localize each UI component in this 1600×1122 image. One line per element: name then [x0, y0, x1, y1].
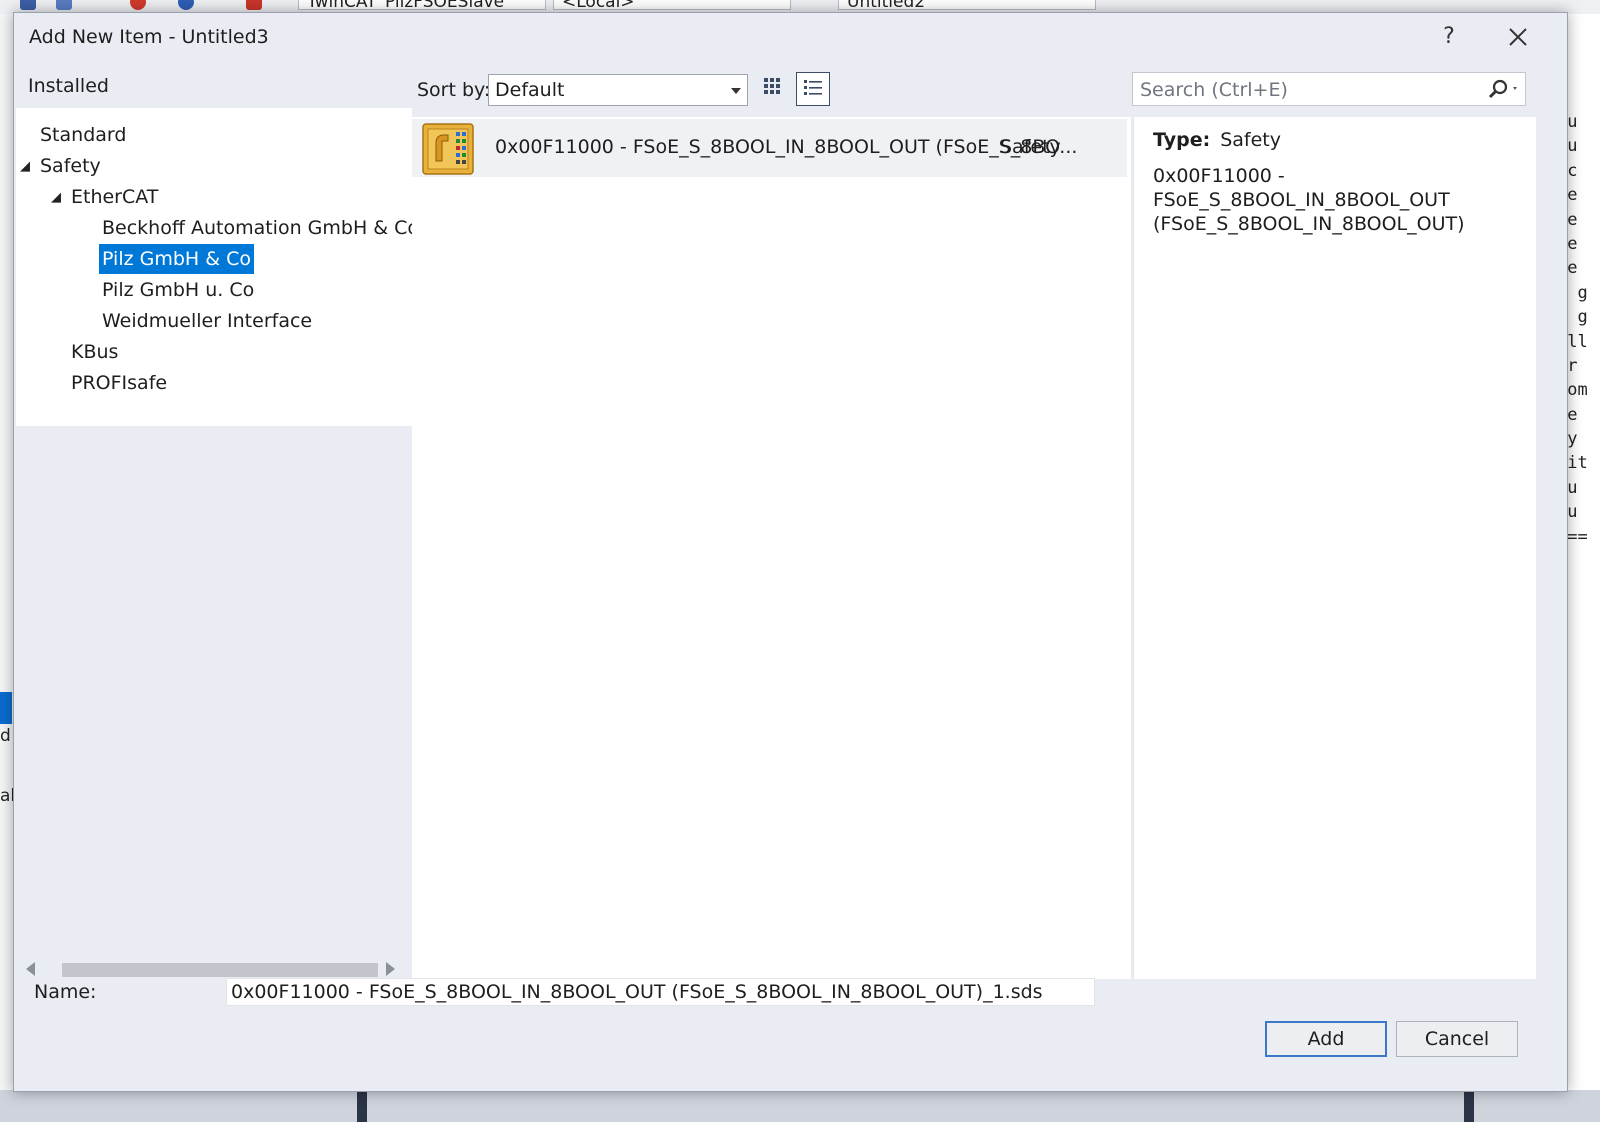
tree-item-label: Pilz GmbH u. Co: [102, 279, 255, 301]
toolbar-delete-icon[interactable]: [246, 0, 262, 10]
tree-item-profisafe[interactable]: PROFIsafe: [71, 368, 167, 398]
toolbar-stop-icon[interactable]: [130, 0, 146, 10]
help-button[interactable]: ?: [1432, 21, 1466, 53]
search-icon[interactable]: [1483, 75, 1523, 105]
ide-editor-pane: Bu Bu cc te te te te f g f g all ar com te sy tit Bu Bu =…: [1566, 14, 1600, 1122]
sort-by-dropdown[interactable]: Default: [488, 74, 748, 106]
add-button[interactable]: Add: [1265, 1021, 1387, 1057]
list-item-type: Safety: [1000, 136, 1061, 158]
toolbar-project-combo[interactable]: TwinCAT_PilzFSOESlave: [298, 0, 546, 10]
details-type-label: Type:: [1153, 129, 1211, 151]
tree-item-label: PROFIsafe: [71, 372, 168, 394]
toolbar-undo-icon[interactable]: [56, 0, 72, 10]
code-line-fragment: Bu: [1567, 112, 1578, 132]
details-panel: Type: Safety 0x00F11000 - FSoE_S_8BOOL_IN…: [1133, 117, 1536, 979]
code-line-fragment: te: [1567, 209, 1578, 230]
list-item-name: 0x00F11000 - FSoE_S_8BOOL_IN_8BOOL_OUT (…: [495, 136, 1078, 158]
code-line-fragment: ar: [1567, 355, 1578, 376]
details-type-value: Safety: [1220, 129, 1281, 151]
name-label: Name:: [34, 981, 97, 1003]
small-icons-view-button[interactable]: [756, 72, 790, 106]
tree-item-label: Weidmueller Interface: [102, 310, 313, 332]
list-view-icon: [804, 80, 822, 95]
scroll-right-arrow-icon[interactable]: [386, 962, 395, 976]
toolbar-app-icon[interactable]: [20, 0, 36, 10]
add-new-item-dialog: Add New Item - Untitled3 ? Installed Sta…: [13, 12, 1568, 1092]
template-tree: Standard ◢ Safety ◢ EtherCAT Beckhoff Au…: [16, 108, 419, 426]
ide-left-fragment: d: [0, 726, 11, 746]
close-icon: [1509, 28, 1527, 46]
tree-item-label: EtherCAT: [71, 186, 159, 208]
details-type-row: Type: Safety: [1153, 129, 1281, 151]
code-line-fragment: Bu: [1567, 136, 1578, 157]
code-line-fragment: te: [1567, 404, 1578, 425]
name-input[interactable]: [226, 978, 1095, 1006]
details-description-line: 0x00F11000 -: [1153, 165, 1285, 187]
ide-bottom-divider: [357, 1090, 367, 1122]
scrollbar-thumb[interactable]: [62, 963, 378, 977]
code-line-fragment: com: [1567, 380, 1588, 401]
close-button[interactable]: [1498, 19, 1538, 55]
tree-item-label: Standard: [40, 124, 127, 146]
ide-bottom-divider: [1464, 1090, 1474, 1122]
tree-item-label: KBus: [71, 341, 119, 363]
tree-item-label: Beckhoff Automation GmbH & Co: [102, 217, 420, 239]
tree-item-label: Safety: [40, 155, 101, 177]
tree-item-beckhoff[interactable]: Beckhoff Automation GmbH & Co: [102, 213, 419, 243]
search-box[interactable]: [1132, 72, 1526, 107]
code-line-fragment: ===: [1567, 526, 1588, 547]
code-line-fragment: f g: [1567, 282, 1588, 303]
grid-view-icon: [764, 78, 780, 94]
search-input[interactable]: [1133, 73, 1482, 107]
tree-item-standard[interactable]: Standard: [40, 120, 126, 150]
sort-by-label: Sort by:: [417, 79, 491, 101]
code-line-fragment: Bu: [1567, 502, 1578, 523]
scroll-left-arrow-icon[interactable]: [26, 962, 35, 976]
ide-left-strip: [0, 14, 14, 1122]
chevron-down-icon: [731, 88, 741, 94]
tree-item-label: Pilz GmbH & Co: [99, 244, 254, 274]
tree-item-pilz-gmbh-co[interactable]: Pilz GmbH & Co: [99, 244, 254, 274]
code-line-fragment: sy: [1567, 429, 1578, 450]
code-line-fragment: Bu: [1567, 477, 1578, 498]
code-line-fragment: te: [1567, 185, 1578, 206]
code-line-fragment: all: [1567, 331, 1588, 352]
details-description-line: FSoE_S_8BOOL_IN_8BOOL_OUT: [1153, 189, 1450, 211]
ide-bottom-area: [0, 1090, 1600, 1122]
code-line-fragment: cc: [1567, 160, 1578, 181]
template-list: 0x00F11000 - FSoE_S_8BOOL_IN_8BOOL_OUT (…: [412, 117, 1131, 979]
ide-left-selection: [0, 692, 12, 724]
toolbar-solution-combo[interactable]: Untitled2: [838, 0, 1096, 10]
list-item[interactable]: 0x00F11000 - FSoE_S_8BOOL_IN_8BOOL_OUT (…: [412, 119, 1127, 177]
dialog-title: Add New Item - Untitled3: [29, 26, 269, 48]
tree-item-ethercat[interactable]: EtherCAT: [71, 182, 158, 212]
cancel-button[interactable]: Cancel: [1396, 1021, 1518, 1057]
dialog-titlebar: Add New Item - Untitled3 ?: [14, 13, 1567, 61]
tree-item-safety[interactable]: Safety: [40, 151, 101, 181]
code-line-fragment: tit: [1567, 453, 1588, 474]
code-line-fragment: f g: [1567, 307, 1588, 328]
collapse-arrow-icon[interactable]: ◢: [51, 190, 61, 205]
collapse-arrow-icon[interactable]: ◢: [20, 159, 30, 174]
details-description-line: (FSoE_S_8BOOL_IN_8BOOL_OUT): [1153, 213, 1465, 235]
sort-by-value: Default: [495, 79, 565, 101]
code-line-fragment: te: [1567, 233, 1578, 254]
safety-device-icon: [422, 123, 474, 175]
tree-item-weidmueller[interactable]: Weidmueller Interface: [102, 306, 312, 336]
details-view-button[interactable]: [796, 72, 830, 106]
tree-item-pilz-gmbh-u-co[interactable]: Pilz GmbH u. Co: [102, 275, 254, 305]
toolbar-target-combo[interactable]: <Local>: [553, 0, 791, 10]
toolbar-search-icon[interactable]: [178, 0, 194, 10]
tree-item-kbus[interactable]: KBus: [71, 337, 118, 367]
installed-header: Installed: [28, 75, 109, 97]
code-line-fragment: te: [1567, 258, 1578, 279]
